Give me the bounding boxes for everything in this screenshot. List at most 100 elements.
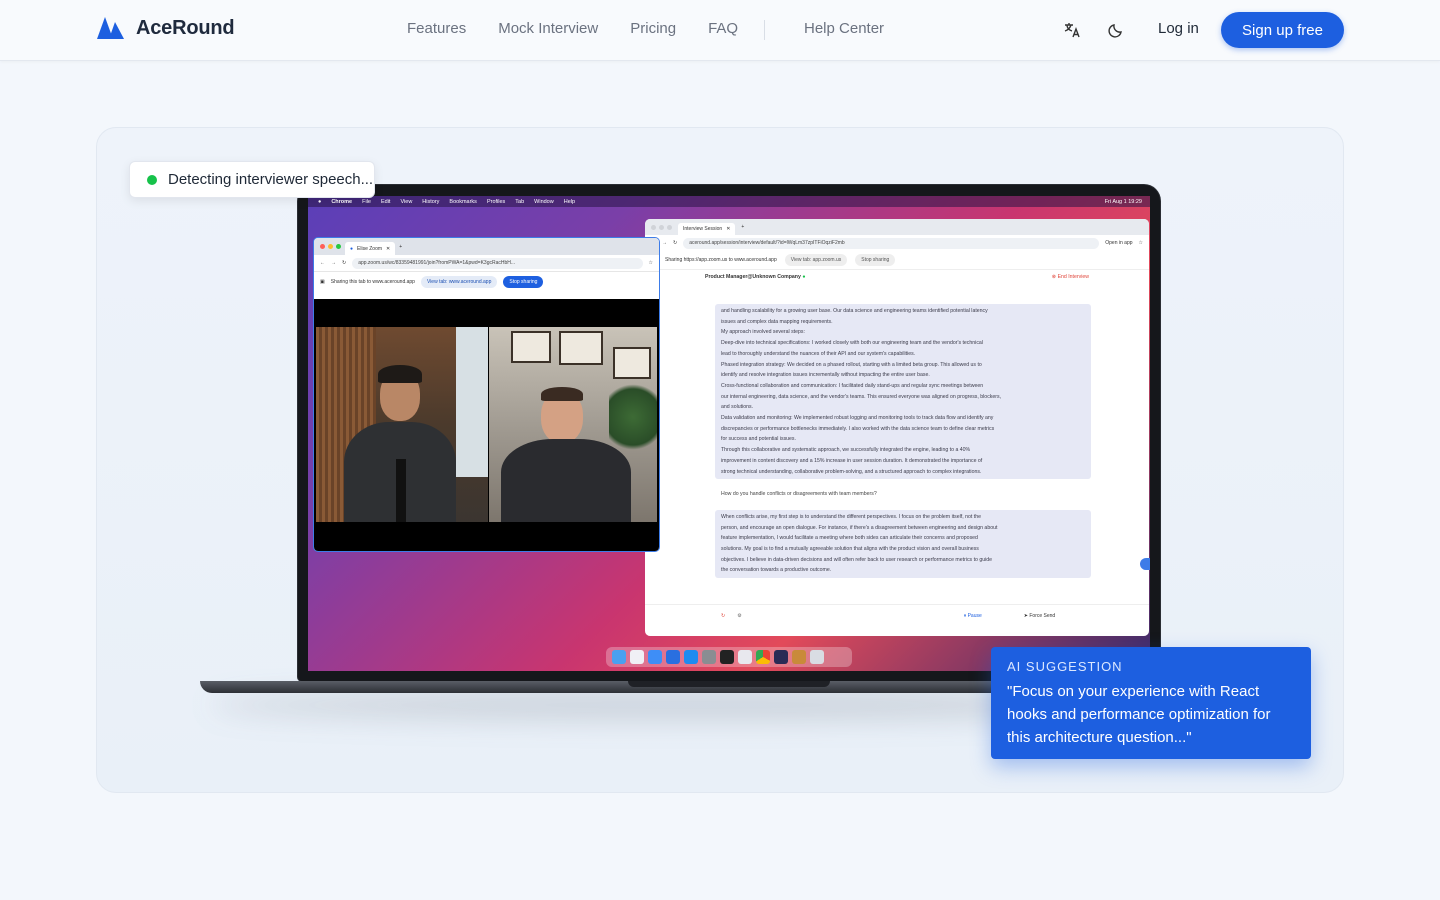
transcript-line: our internal engineering, data science, … xyxy=(721,393,1002,400)
pause-label: Pause xyxy=(967,613,982,619)
preview-icon[interactable] xyxy=(738,650,752,664)
session-sharebar: Sharing https://app.zoom.us to www.acero… xyxy=(645,251,1149,270)
finder-icon[interactable] xyxy=(612,650,626,664)
transcript-line: issues and complex data mapping requirem… xyxy=(721,318,833,325)
zoom-stop-sharing-button[interactable]: Stop sharing xyxy=(503,276,544,288)
session-header: Product Manager@Unknown Company ● ⊗ End … xyxy=(645,270,1149,284)
brand-name: AceRound xyxy=(136,16,235,39)
settings-icon[interactable]: ⚙ xyxy=(737,613,741,619)
back-icon[interactable]: ← xyxy=(320,260,325,266)
end-interview-button[interactable]: ⊗ End Interview xyxy=(1052,274,1089,280)
open-in-app-button[interactable]: Open in app xyxy=(1105,240,1132,246)
transcript-line: improvement in content discovery and a 1… xyxy=(721,457,983,464)
pause-button[interactable]: ⏸ Pause xyxy=(964,613,982,619)
transcript-line: and solutions. xyxy=(721,404,754,411)
answer-line: feature implementation, I would facilita… xyxy=(721,535,978,542)
transcript: and handling scalability for a growing u… xyxy=(715,304,1091,579)
launchpad-icon[interactable] xyxy=(630,650,644,664)
status-dot: ● xyxy=(802,274,806,280)
zoom-view-tab-button[interactable]: View tab: www.aceround.app xyxy=(420,276,498,288)
session-view-tab-button[interactable]: View tab: app.zoom.us xyxy=(784,254,848,266)
translate-icon[interactable] xyxy=(1062,20,1082,40)
refresh-icon[interactable]: ↻ xyxy=(721,613,725,619)
side-panel-toggle[interactable] xyxy=(1140,558,1150,570)
top-nav: AceRound Features Mock Interview Pricing… xyxy=(0,0,1440,61)
session-url-field[interactable]: aceround.app/session/interview/default/?… xyxy=(683,237,1100,249)
nav-features[interactable]: Features xyxy=(407,20,466,37)
session-stop-sharing-button[interactable]: Stop sharing xyxy=(855,254,896,266)
dark-mode-icon[interactable] xyxy=(1106,20,1126,40)
zoom-sharing-text: Sharing this tab to www.aceround.app xyxy=(330,279,415,285)
answer-line: person, and encourage an open dialogue. … xyxy=(721,524,998,531)
close-icon[interactable]: ✕ xyxy=(386,246,390,252)
mail-icon[interactable] xyxy=(666,650,680,664)
reload-icon[interactable]: ↻ xyxy=(673,240,677,246)
reload-icon[interactable]: ↻ xyxy=(342,260,346,266)
session-url-text: aceround.app/session/interview/default/?… xyxy=(689,240,845,246)
zoom-browser-window: ● Elise Zoom ✕ + ← → ↻ app.zoom.us/wc/833594… xyxy=(313,237,660,552)
transcript-line: and handling scalability for a growing u… xyxy=(721,308,988,314)
system-settings-icon[interactable] xyxy=(702,650,716,664)
nav-pricing[interactable]: Pricing xyxy=(630,20,676,37)
nav-mock-interview[interactable]: Mock Interview xyxy=(498,20,598,37)
login-link[interactable]: Log in xyxy=(1158,20,1199,37)
laptop-notch xyxy=(628,681,830,687)
zoom-sharebar: ▣ Sharing this tab to www.aceround.app V… xyxy=(314,272,659,292)
answer-line: When conflicts arise, my first step is t… xyxy=(721,513,981,520)
end-interview-label: End Interview xyxy=(1057,274,1089,280)
new-tab-icon[interactable]: + xyxy=(741,224,744,230)
zoom-url-text: app.zoom.us/wc/83359481991/join?fromPWA=… xyxy=(358,260,516,266)
menu-bookmarks: Bookmarks xyxy=(449,198,477,205)
zoom-tabbar: ● Elise Zoom ✕ + xyxy=(314,238,659,255)
transcript-line: discrepancies or performance bottlenecks… xyxy=(721,425,995,432)
transcript-line: Through this collaborative and systemati… xyxy=(721,447,971,454)
share-screen-icon: ▣ xyxy=(320,279,325,285)
transcript-line: identify and resolve integration issues … xyxy=(721,372,930,379)
laptop-screen: ● Chrome File Edit View History Bookmark… xyxy=(308,196,1150,671)
nav-faq[interactable]: FAQ xyxy=(708,20,738,37)
menu-chrome: Chrome xyxy=(331,198,353,205)
star-icon[interactable]: ☆ xyxy=(1139,240,1143,246)
menu-history: History xyxy=(422,198,440,205)
app-store-icon[interactable] xyxy=(684,650,698,664)
mac-menubar: ● Chrome File Edit View History Bookmark… xyxy=(308,196,1150,207)
logo-icon xyxy=(97,17,124,39)
ai-suggestion-label: AI SUGGESTION xyxy=(1007,659,1123,674)
nav-divider xyxy=(764,20,765,40)
force-send-button[interactable]: ➤ Force Send xyxy=(1024,613,1055,619)
forward-icon[interactable]: → xyxy=(662,240,667,246)
terminal-icon[interactable] xyxy=(720,650,734,664)
forward-icon[interactable]: → xyxy=(331,260,336,266)
archive-icon[interactable] xyxy=(792,650,806,664)
zoom-tab[interactable]: ● Elise Zoom ✕ xyxy=(345,242,396,255)
menu-file: File xyxy=(362,198,371,205)
transcript-line: Cross-functional collaboration and commu… xyxy=(721,382,984,389)
star-icon[interactable]: ☆ xyxy=(649,260,653,266)
menu-help: Help xyxy=(563,198,576,205)
menu-profiles: Profiles xyxy=(486,198,506,205)
zoom-urlbar: ← → ↻ app.zoom.us/wc/83359481991/join?from… xyxy=(314,255,659,272)
transcript-line: Phased integration strategy: We decided … xyxy=(721,361,982,368)
trash-icon[interactable] xyxy=(810,650,824,664)
transcript-line: for success and potential issues. xyxy=(721,436,796,443)
chrome-icon[interactable] xyxy=(756,650,770,664)
obs-icon[interactable] xyxy=(774,650,788,664)
menu-window: Window xyxy=(534,198,554,205)
menubar-clock: Fri Aug 1 19:29 xyxy=(1104,198,1142,205)
live-status-dot xyxy=(147,174,157,185)
session-tab[interactable]: Interview Session ✕ xyxy=(678,222,736,236)
new-tab-icon[interactable]: + xyxy=(399,244,402,250)
brand-logo[interactable]: AceRound xyxy=(96,16,235,40)
ai-suggestion-card: AI SUGGESTION "Focus on your experience … xyxy=(991,647,1311,759)
safari-icon[interactable] xyxy=(648,650,662,664)
zoom-tab-label: Elise Zoom xyxy=(357,245,383,252)
session-tab-label: Interview Session xyxy=(683,226,723,232)
signup-button[interactable]: Sign up free xyxy=(1221,12,1344,48)
answer-line: objectives. I believe in data-driven dec… xyxy=(721,556,993,563)
answer-bubble-1: and handling scalability for a growing u… xyxy=(715,304,1091,480)
close-icon[interactable]: ✕ xyxy=(726,226,730,232)
zoom-url-field[interactable]: app.zoom.us/wc/83359481991/join?fromPWA=… xyxy=(352,257,643,269)
nav-help-center[interactable]: Help Center xyxy=(804,20,884,37)
interviewer-question: How do you handle conflicts or disagreem… xyxy=(721,491,877,498)
force-send-label: Force Send xyxy=(1029,613,1056,619)
